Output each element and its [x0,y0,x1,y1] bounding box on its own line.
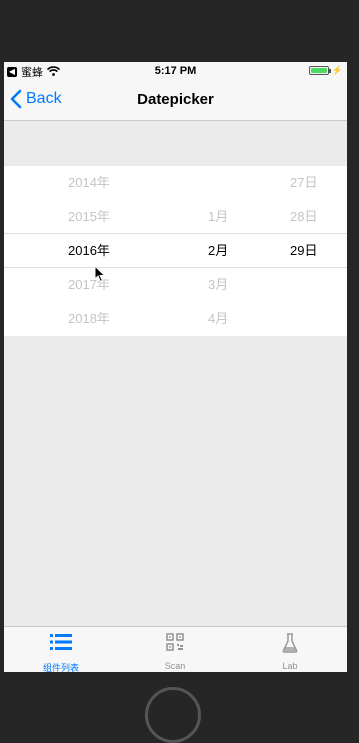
month-option[interactable]: 1月 [208,200,228,234]
back-button[interactable]: Back [10,89,62,109]
navigation-bar: Back Datepicker [4,80,347,121]
charging-icon: ⚡ [331,65,343,75]
status-bar: ◀ 蜜蜂 5:17 PM ⚡ [4,62,347,80]
month-option[interactable]: 4月 [208,302,228,336]
month-column[interactable]: 1月 2月 3月 4月 [194,166,254,336]
month-option-selected[interactable]: 2月 [208,234,228,268]
battery-fill [310,68,327,73]
mouse-cursor-icon [94,265,106,283]
qr-code-icon [166,633,184,656]
year-column[interactable]: 2014年 2015年 2016年 2017年 2018年 [44,166,134,336]
tab-label: Scan [164,661,186,671]
status-time: 5:17 PM [154,65,197,77]
day-option[interactable]: 28日 [290,200,317,234]
tab-bar: 组件列表 Scan Lab [4,626,347,672]
year-option[interactable]: 2014年 [68,166,110,200]
day-option[interactable]: 27日 [290,166,317,200]
battery-icon [308,66,331,75]
back-label: Back [26,90,62,107]
year-option-selected[interactable]: 2016年 [68,234,110,268]
chevron-left-icon [10,89,22,109]
list-icon [50,633,72,656]
status-right: ⚡ [308,65,343,76]
day-option-selected[interactable]: 29日 [290,234,317,268]
tab-component-list[interactable]: 组件列表 [4,627,118,672]
year-option[interactable]: 2015年 [68,200,110,234]
home-button[interactable] [145,687,201,743]
month-option[interactable]: 3月 [208,268,228,302]
phone-screen: ◀ 蜜蜂 5:17 PM ⚡ Back Datepicker 2014年 201… [4,62,347,672]
flask-icon [282,633,298,658]
tab-lab[interactable]: Lab [233,627,347,672]
tab-label: 组件列表 [42,663,79,672]
tab-scan[interactable]: Scan [118,627,232,672]
tab-label: Lab [282,661,298,671]
day-column[interactable]: 27日 28日 29日 [274,166,334,336]
date-picker[interactable]: 2014年 2015年 2016年 2017年 2018年 1月 2月 3月 4… [4,166,347,336]
year-option[interactable]: 2018年 [68,302,110,336]
